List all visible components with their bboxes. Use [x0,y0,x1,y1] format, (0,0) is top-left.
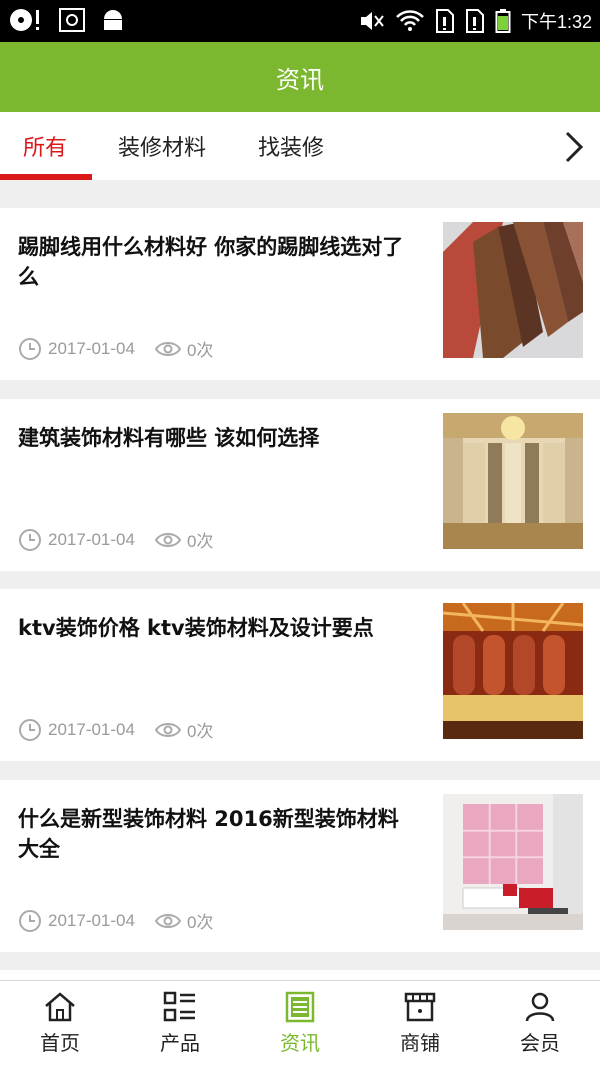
article-meta: 2017-01-04 0次 [18,336,213,361]
status-bar: 下午1:32 [0,0,600,42]
news-icon [285,991,315,1023]
news-list-item[interactable]: 踢脚线用什么材料好 你家的踢脚线选对了么 2017-01-04 0次 [0,208,600,380]
mute-icon [360,12,384,30]
article-views: 0次 [186,532,214,551]
android-icon [104,10,122,30]
active-tab-indicator [0,174,92,180]
ktv-room-photo [443,603,583,739]
bottom-navigation: 首页 产品 资讯 商铺 会员 [0,980,600,1067]
clock-icon [19,718,41,741]
eye-icon [154,341,181,356]
clock-icon [19,337,41,360]
article-meta: 2017-01-04 0次 [18,908,213,933]
member-icon [525,992,555,1022]
article-views: 0次 [186,722,214,741]
article-title: ktv装饰价格 ktv装饰材料及设计要点 [18,616,374,640]
nav-products[interactable]: 产品 [120,981,240,1067]
article-meta: 2017-01-04 0次 [18,527,213,552]
clock-icon [19,528,41,551]
article-date: 2017-01-04 [48,910,135,930]
news-list-item[interactable]: 建筑装饰材料有哪些 该如何选择 2017-01-04 0次 [0,399,600,571]
app-header: 资讯 [0,42,600,112]
nav-home[interactable]: 首页 [0,981,120,1067]
nav-shops-label: 商铺 [400,1031,440,1055]
battery-icon [495,9,511,33]
chevron-right-icon[interactable] [562,130,586,164]
nav-member-label: 会员 [520,1031,560,1055]
article-title: 踢脚线用什么材料好 你家的踢脚线选对了么 [18,235,404,289]
article-views: 0次 [186,913,214,932]
nav-news[interactable]: 资讯 [240,981,360,1067]
eye-icon [154,532,181,547]
product-list-icon [163,991,195,1022]
article-title: 什么是新型装饰材料 2016新型装饰材料大全 [18,807,399,861]
article-date: 2017-01-04 [48,338,135,358]
sim-card-1-icon [435,9,454,33]
article-title: 建筑装饰材料有哪些 该如何选择 [18,426,320,450]
page-title: 资讯 [276,65,324,94]
tab-decoration-materials[interactable]: 装修材料 [100,112,224,180]
home-icon [45,992,75,1022]
nav-products-label: 产品 [160,1031,200,1055]
tab-all[interactable]: 所有 [0,112,90,180]
news-list-item[interactable]: ktv装饰价格 ktv装饰材料及设计要点 2017-01-04 0次 [0,589,600,761]
skirting-board-photo [443,222,583,358]
article-date: 2017-01-04 [48,529,135,549]
nav-news-label: 资讯 [280,1031,320,1055]
article-meta: 2017-01-04 0次 [18,717,213,742]
eye-icon [154,913,181,928]
nav-member[interactable]: 会员 [480,981,600,1067]
category-tabs: 所有 装修材料 找装修 [0,112,600,180]
sim-card-2-icon [465,9,484,33]
disc-notification-icon [10,9,39,31]
interior-hall-photo [443,413,583,549]
living-room-photo [443,794,583,930]
eye-icon [154,722,181,737]
screenshot-icon [59,8,85,32]
clock: 下午1:32 [520,12,592,32]
shop-icon [404,992,436,1022]
clock-icon [19,909,41,932]
wifi-icon [396,10,424,31]
article-date: 2017-01-04 [48,719,135,739]
news-list-item-partial [0,970,600,980]
tab-find-decoration[interactable]: 找装修 [238,112,344,180]
news-list-item[interactable]: 什么是新型装饰材料 2016新型装饰材料大全 2017-01-04 0次 [0,780,600,952]
article-views: 0次 [186,341,214,360]
nav-home-label: 首页 [40,1031,80,1055]
nav-shops[interactable]: 商铺 [360,981,480,1067]
